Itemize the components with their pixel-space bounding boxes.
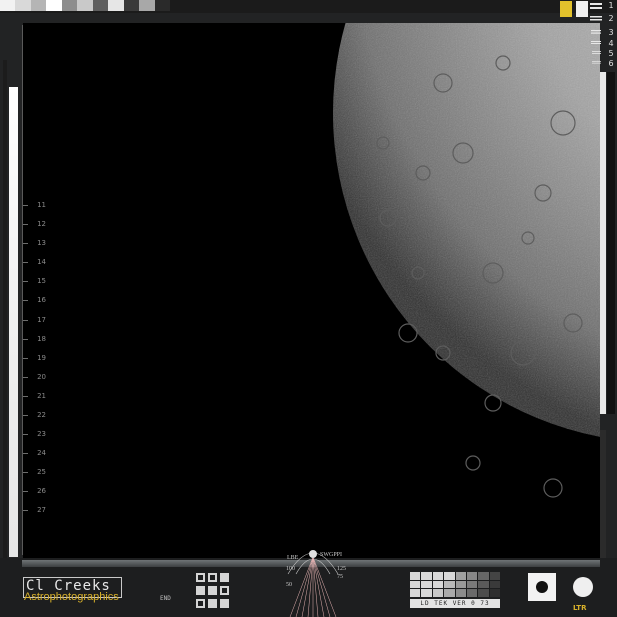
res-number: 4 [608, 39, 614, 48]
end-label: END [160, 595, 171, 602]
tick-label: 23 [37, 430, 46, 438]
tick-label: 27 [37, 506, 46, 514]
grayscale-calibration [0, 0, 170, 11]
tick-label: 22 [37, 411, 46, 419]
gauge-label: 125 [337, 566, 346, 572]
top-calibration-strip [0, 0, 617, 13]
moon-photo [23, 23, 600, 558]
tick-label: 17 [37, 316, 46, 324]
tick-label: 18 [37, 335, 46, 343]
calibration-grid [410, 572, 500, 597]
right-lower-bar [600, 430, 606, 558]
tick-label: 15 [37, 277, 46, 285]
tick-label: 21 [37, 392, 46, 400]
yellow-indicator [560, 1, 572, 17]
resolution-bars [590, 3, 602, 64]
res-number: 1 [608, 1, 614, 10]
res-number: 3 [608, 28, 614, 37]
right-exposure-bar [600, 72, 606, 414]
moon-image [23, 23, 600, 558]
control-glyphs [196, 573, 229, 608]
left-exposure-bar [9, 87, 18, 557]
res-number: 5 [608, 49, 614, 58]
tick-label: 13 [37, 239, 46, 247]
version-readout: LD TEK VER 0 73 [410, 599, 500, 608]
circle-button[interactable] [573, 577, 593, 597]
left-dark-bar [3, 60, 7, 558]
res-number: 2 [608, 14, 614, 23]
tick-label: 19 [37, 354, 46, 362]
tick-label: 25 [37, 468, 46, 476]
gauge-label: 50 [286, 582, 292, 588]
gauge-label: 100 [286, 566, 295, 572]
gauge-label: SWGPPI [320, 552, 343, 558]
res-number: 6 [608, 59, 614, 68]
white-indicator [576, 1, 588, 17]
tick-label: 16 [37, 296, 46, 304]
right-dark-bar [607, 72, 615, 414]
ltr-badge: LTR [573, 604, 587, 612]
focus-gauge [287, 550, 339, 617]
tick-label: 20 [37, 373, 46, 381]
tick-label: 26 [37, 487, 46, 495]
logo-subtitle: Astrophotographics [24, 591, 119, 603]
gauge-label: 75 [337, 574, 343, 580]
tick-label: 11 [37, 201, 46, 209]
gauge-label: LBE [287, 555, 299, 561]
target-dot-icon [536, 581, 548, 593]
tick-label: 24 [37, 449, 46, 457]
tick-label: 12 [37, 220, 46, 228]
tick-label: 14 [37, 258, 46, 266]
target-button[interactable] [528, 573, 556, 601]
